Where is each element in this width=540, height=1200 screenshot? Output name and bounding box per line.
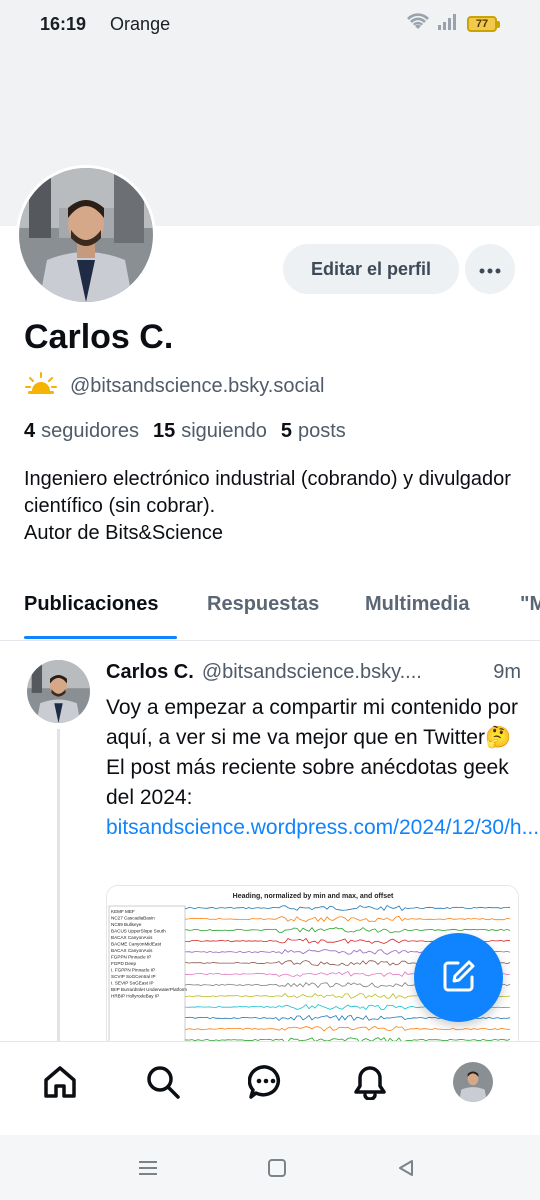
post-author[interactable]: Carlos C. (106, 661, 194, 684)
compose-icon (440, 957, 478, 998)
post-avatar[interactable] (27, 660, 90, 723)
plot-legend-entry: BACAX CanyonAxis (111, 948, 153, 953)
plot-legend-entry: I. SEVIP SoGEast IP (111, 981, 154, 986)
tab-next[interactable]: "M (520, 593, 540, 616)
active-tab-indicator (24, 636, 177, 639)
search-icon[interactable] (143, 1062, 183, 1102)
edit-profile-button[interactable]: Editar el perfil (283, 244, 459, 294)
plot-legend-entry: NC27 CascadiaBasin (111, 916, 155, 921)
ellipsis-icon (479, 262, 501, 277)
profile-stats: 4 seguidores 15 siguiendo 5 posts (24, 420, 346, 443)
recents-icon[interactable] (135, 1155, 161, 1181)
status-time: 16:19 (40, 13, 87, 34)
profile-bio: Ingeniero electrónico industrial (cobran… (24, 466, 519, 547)
post-handle[interactable]: @bitsandscience.bsky.... (202, 661, 487, 684)
post-body: Voy a empezar a compartir mi contenido p… (106, 696, 519, 809)
plot-legend-entry: BACAX CanyonAxis (111, 935, 153, 940)
following-link[interactable]: 15 siguiendo (153, 420, 267, 443)
bio-line: Autor de Bits&Science (24, 522, 223, 544)
handle-row: @bitsandscience.bsky.social (24, 371, 325, 401)
plot-legend-entry: FGPD Deep (111, 961, 136, 966)
plot-legend-entry: I. FGPPN Pinnacle IP (111, 968, 155, 973)
bottom-nav (0, 1041, 540, 1135)
tab-multimedia[interactable]: Multimedia (365, 593, 469, 616)
plot-legend-entry: BACUS UpperSlope South (111, 929, 166, 934)
display-name: Carlos C. (24, 318, 174, 356)
plot-legend-entry: KEMF MEF (111, 909, 135, 914)
more-options-button[interactable] (465, 244, 515, 294)
posts-count: 5 posts (280, 420, 346, 442)
followers-link[interactable]: 4 seguidores (24, 420, 139, 443)
status-bar: 16:19 Orange 77 (0, 0, 540, 48)
status-carrier: Orange (110, 13, 171, 34)
sun-cloud-icon (24, 371, 58, 401)
plot-legend-entry: SCVIP SoGCentral IP (111, 974, 156, 979)
post-header: Carlos C. @bitsandscience.bsky.... 9m (106, 661, 521, 684)
profile-tabs: Publicaciones Respuestas Multimedia "M (0, 585, 540, 641)
battery-level: 77 (467, 16, 497, 32)
tab-respuestas[interactable]: Respuestas (207, 593, 319, 616)
bio-line: Ingeniero electrónico industrial (cobran… (24, 468, 511, 517)
plot-legend-entry: NC89 Bullseye (111, 922, 142, 927)
post-link[interactable]: bitsandscience.wordpress.com/2024/12/30/… (106, 816, 539, 839)
plot-legend-entry: BIIP BurrardInlet UnderwaterPlatform (111, 987, 187, 992)
plot-title: Heading, normalized by min and max, and … (233, 893, 394, 900)
signal-icon (437, 13, 459, 36)
post-text: Voy a empezar a compartir mi contenido p… (106, 693, 539, 843)
profile-handle: @bitsandscience.bsky.social (70, 374, 325, 397)
bell-icon[interactable] (350, 1062, 390, 1102)
profile-tab-avatar[interactable] (453, 1062, 493, 1102)
chat-icon[interactable] (246, 1062, 286, 1102)
compose-post-button[interactable] (414, 933, 503, 1022)
wifi-icon (407, 12, 429, 36)
profile-avatar[interactable] (16, 165, 156, 305)
plot-legend-entry: FGPPN Pinnacle IP (111, 955, 151, 960)
system-nav-bar (0, 1135, 540, 1200)
plot-legend-entry: BACME CanyonMidEast (111, 942, 162, 947)
tab-publicaciones[interactable]: Publicaciones (24, 593, 159, 616)
plot-legend-entry: HRBIP HollyrodeBay IP (111, 994, 159, 999)
battery-icon: 77 (467, 16, 500, 32)
post-time: 9m (493, 661, 521, 683)
home-icon[interactable] (40, 1062, 80, 1102)
home-button-icon[interactable] (264, 1155, 290, 1181)
back-icon[interactable] (393, 1155, 419, 1181)
thread-line (57, 729, 60, 1041)
